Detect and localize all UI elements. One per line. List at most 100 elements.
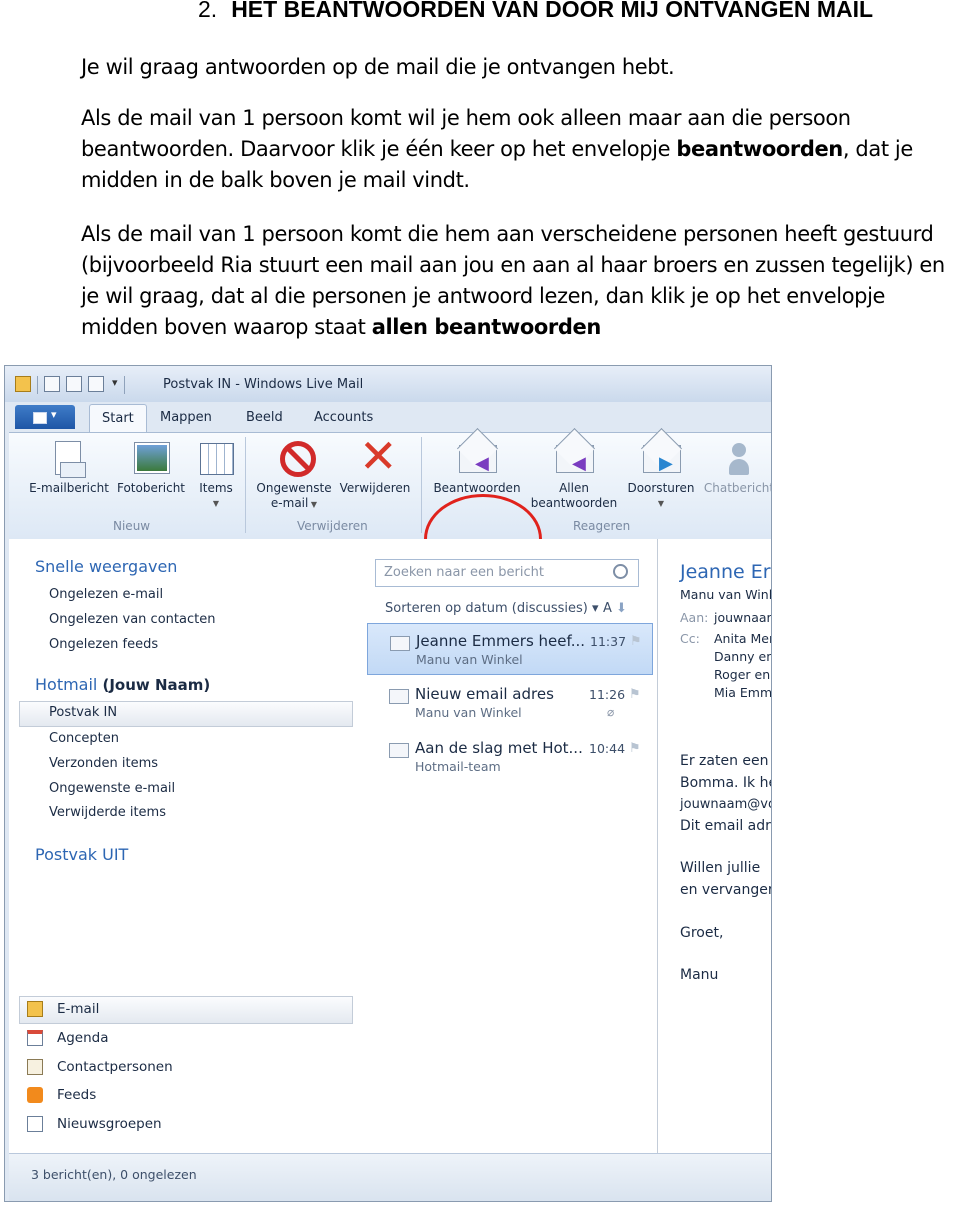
app-mail-icon[interactable] [15, 376, 31, 392]
outbox-header[interactable]: Postvak UIT [35, 845, 128, 864]
group-divider [245, 437, 246, 533]
tab-accounts[interactable]: Accounts [314, 410, 373, 425]
photo-message-label: Fotobericht [116, 481, 186, 495]
tab-beeld[interactable]: Beeld [246, 410, 283, 425]
junk-label-line1: Ongewenste [256, 481, 332, 495]
email-document-icon [51, 439, 87, 478]
body-line: Groet, [680, 925, 724, 941]
reply-envelope-icon: ◀ [459, 439, 497, 477]
module-email[interactable]: E-mail [27, 1001, 99, 1017]
chat-button[interactable]: Chatbericht [699, 439, 771, 496]
nav-item-unread-email[interactable]: Ongelezen e-mail [49, 587, 163, 602]
message-row[interactable]: Aan de slag met Hot... Hotmail-team 10:4… [367, 731, 653, 783]
attachment-icon: ⌀ [607, 705, 615, 719]
message-list: Zoeken naar een bericht Sorteren op datu… [361, 539, 656, 1153]
cc-recipient[interactable]: Roger en [714, 667, 770, 682]
reply-quick-icon[interactable] [66, 376, 82, 392]
sort-dropdown[interactable]: Sorteren op datum (discussies) ▾ [385, 601, 599, 616]
message-time: 11:37 [590, 634, 627, 649]
new-message-icon[interactable] [44, 376, 60, 392]
title-bar: ▾ Postvak IN - Windows Live Mail [5, 366, 771, 402]
message-sender: Hotmail-team [415, 759, 501, 774]
items-button[interactable]: Items ▼ [193, 439, 239, 511]
module-calendar[interactable]: Agenda [27, 1030, 109, 1046]
body-line: en vervanger [680, 882, 772, 898]
folder-drafts[interactable]: Concepten [49, 731, 119, 746]
tab-start[interactable]: Start [89, 404, 147, 432]
hotmail-label: Hotmail [35, 675, 98, 694]
email-module-icon [27, 1001, 43, 1017]
nav-item-unread-contacts[interactable]: Ongelezen van contacten [49, 612, 215, 627]
heading-number: 2. [198, 0, 218, 22]
cc-recipient[interactable]: Danny en [714, 649, 771, 664]
flag-icon[interactable]: ⚑ [629, 687, 641, 702]
sort-direction-toggle[interactable]: A ⬇ [603, 601, 627, 616]
reply-all-envelope-icon: ◀ [556, 439, 594, 477]
photo-icon [133, 439, 169, 477]
block-icon [276, 439, 316, 477]
folder-junk[interactable]: Ongewenste e-mail [49, 781, 175, 796]
person-icon [721, 439, 757, 477]
section-heading: 2. HET BEANTWOORDEN VAN DOOR MIJ ONTVANGE… [198, 0, 873, 23]
window-title: Postvak IN - Windows Live Mail [163, 377, 364, 392]
message-subject: Nieuw email adres [415, 685, 554, 703]
reply-all-button[interactable]: ◀ Allen beantwoorden [527, 439, 621, 511]
photo-message-button[interactable]: Fotobericht [113, 439, 189, 496]
app-menu-button[interactable]: ▾ [15, 405, 75, 429]
paragraph-3: Als de mail van 1 persoon komt die hem a… [81, 219, 960, 343]
module-feeds[interactable]: Feeds [27, 1087, 96, 1103]
reading-sender[interactable]: Manu van Winl [680, 587, 771, 602]
message-time: 11:26 [589, 687, 626, 702]
paragraph-3-bold: allen beantwoorden [371, 315, 602, 339]
arrow-down-icon: ⬇ [616, 601, 627, 616]
group-divider [421, 437, 422, 533]
reply-button[interactable]: ◀ Beantwoorden [429, 439, 525, 496]
junk-label-line2: e-mail [270, 496, 309, 510]
envelope-open-icon [389, 743, 409, 758]
group-label-respond: Reageren [573, 519, 631, 533]
cc-recipient[interactable]: Mia Emm [714, 685, 771, 700]
status-text: 3 bericht(en), 0 ongelezen [31, 1167, 197, 1182]
folder-deleted[interactable]: Verwijderde items [49, 805, 166, 820]
reading-subject: Jeanne Er [680, 561, 771, 583]
paragraph-2: Als de mail van 1 persoon komt wil je he… [81, 103, 960, 196]
body-line: Willen jullie [680, 860, 761, 876]
ribbon: E-mailbericht Fotobericht Items ▼ Ongewe… [9, 432, 771, 584]
to-recipient[interactable]: jouwnaar [714, 610, 771, 625]
message-time: 10:44 [589, 741, 626, 756]
delete-button[interactable]: ✕ Verwijderen [337, 433, 413, 496]
message-row-selected[interactable]: Jeanne Emmers heef... Manu van Winkel 11… [367, 623, 653, 675]
message-subject: Jeanne Emmers heef... [416, 632, 585, 650]
quick-views-header[interactable]: Snelle weergaven [35, 557, 177, 576]
body-line: Manu [680, 967, 719, 983]
delete-label: Verwijderen [339, 481, 411, 495]
customize-caret-icon[interactable]: ▾ [112, 376, 118, 394]
search-input[interactable]: Zoeken naar een bericht [375, 559, 639, 587]
flag-icon[interactable]: ⚑ [630, 634, 642, 649]
message-row[interactable]: Nieuw email adres Manu van Winkel 11:26 … [367, 677, 653, 729]
new-email-label: E-mailbericht [29, 481, 109, 495]
module-contacts-label: Contactpersonen [57, 1059, 173, 1075]
nav-item-unread-feeds[interactable]: Ongelezen feeds [49, 637, 158, 652]
new-email-button[interactable]: E-mailbericht [27, 439, 111, 496]
folder-sent[interactable]: Verzonden items [49, 756, 158, 771]
reply-label: Beantwoorden [433, 481, 521, 495]
folder-inbox[interactable]: Postvak IN [49, 705, 117, 720]
module-newsgroups[interactable]: Nieuwsgroepen [27, 1116, 162, 1132]
cc-recipient[interactable]: Anita Mer [714, 631, 771, 646]
status-bar: 3 bericht(en), 0 ongelezen [9, 1153, 771, 1201]
body-line: jouwnaam@vo [680, 797, 772, 812]
module-contacts[interactable]: Contactpersonen [27, 1059, 173, 1075]
hotmail-account-header[interactable]: Hotmail (Jouw Naam) [35, 675, 210, 694]
body-line: Bomma. Ik he [680, 775, 772, 791]
group-label-delete: Verwijderen [297, 519, 368, 533]
forward-button[interactable]: ▶ Doorsturen ▼ [623, 439, 699, 511]
flag-icon[interactable]: ⚑ [629, 741, 641, 756]
sync-icon[interactable] [88, 376, 104, 392]
envelope-open-icon [390, 636, 410, 651]
chevron-down-icon: ▼ [212, 499, 220, 508]
junk-email-button[interactable]: Ongewenste e-mail ▼ [253, 439, 335, 512]
tab-mappen[interactable]: Mappen [160, 410, 212, 425]
search-icon[interactable] [613, 564, 628, 579]
body-line: Er zaten een [680, 753, 769, 769]
